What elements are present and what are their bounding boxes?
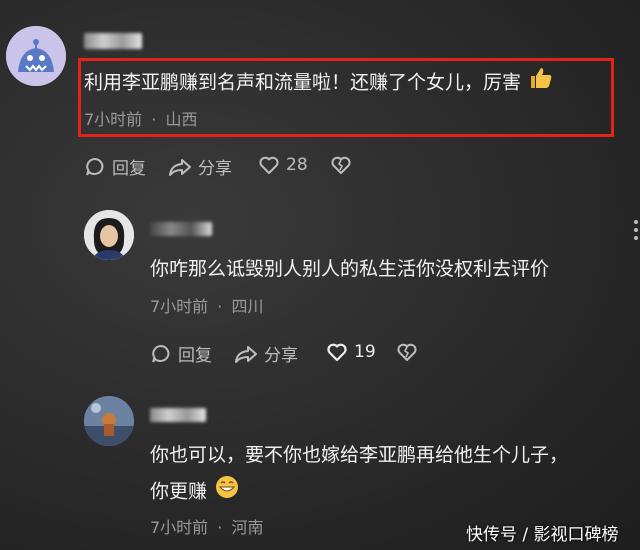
username-blurred[interactable] (84, 33, 142, 49)
comment-location: 山西 (165, 110, 198, 129)
avatar[interactable] (84, 396, 134, 446)
share-arrow-icon (235, 345, 257, 363)
monster-avatar-icon (6, 26, 66, 86)
thumbs-up-emoji-icon (529, 66, 553, 100)
share-arrow-icon (169, 158, 191, 176)
comment-time: 7小时前 (150, 297, 209, 316)
avatar[interactable] (84, 210, 134, 260)
share-label: 分享 (264, 346, 298, 366)
reply-button[interactable]: 回复 (84, 154, 146, 179)
comment-1-text: 利用李亚鹏赚到名声和流量啦！还赚了个女儿，厉害 (84, 71, 522, 94)
reply-label: 回复 (112, 159, 146, 179)
comment-3-text-line1: 你也可以，要不你也嫁给李亚鹏再给他生个儿子， (150, 444, 569, 466)
like-button[interactable]: 28 (258, 154, 308, 176)
broken-heart-icon (397, 343, 417, 361)
dislike-button[interactable] (396, 341, 418, 363)
watermark-text: 快传号 / 影视口碑榜 (466, 525, 619, 545)
scenery-avatar-icon (84, 396, 134, 446)
comment-3-text-line2: 你更赚 (150, 480, 208, 503)
comment-text: 你咋那么诋毁别人别人的私生活你没权利去评价 (150, 253, 549, 285)
meta-separator: · (217, 297, 223, 316)
share-label: 分享 (198, 159, 232, 179)
meta-separator: · (217, 518, 223, 537)
comment-bubble-icon (152, 344, 170, 363)
reply-button[interactable]: 回复 (150, 341, 212, 366)
comment-meta: 7小时前 · 河南 (150, 514, 263, 538)
comment-location: 河南 (231, 518, 264, 537)
comment-2-text: 你咋那么诋毁别人别人的私生活你没权利去评价 (150, 258, 550, 280)
share-button[interactable]: 分享 (234, 341, 298, 366)
more-options-icon[interactable] (614, 208, 640, 248)
meta-separator: · (151, 110, 157, 129)
like-button[interactable]: 19 (326, 341, 376, 363)
share-button[interactable]: 分享 (168, 154, 232, 179)
username-blurred[interactable] (150, 408, 206, 422)
comment-time: 7小时前 (84, 110, 143, 129)
reply-label: 回复 (178, 346, 212, 366)
grinning-emoji-icon (215, 475, 239, 509)
broken-heart-icon (331, 156, 351, 174)
like-count: 19 (354, 342, 376, 362)
dislike-button[interactable] (330, 154, 352, 176)
portrait-avatar-icon (84, 210, 134, 260)
comment-text: 你更赚 (150, 475, 239, 509)
comment-bubble-icon (86, 157, 104, 176)
like-count: 28 (286, 155, 308, 175)
comment-text: 你也可以，要不你也嫁给李亚鹏再给他生个儿子， (150, 439, 568, 471)
username-blurred[interactable] (150, 222, 212, 236)
comment-meta: 7小时前 · 山西 (84, 106, 197, 130)
comment-time: 7小时前 (150, 518, 209, 537)
comment-meta: 7小时前 · 四川 (150, 293, 263, 317)
watermark: 快传号 / 影视口碑榜 (466, 520, 619, 545)
comment-text: 利用李亚鹏赚到名声和流量啦！还赚了个女儿，厉害 (84, 66, 553, 100)
avatar[interactable] (6, 26, 66, 86)
heart-icon (327, 343, 347, 362)
heart-icon (259, 156, 279, 174)
comment-location: 四川 (231, 297, 264, 316)
